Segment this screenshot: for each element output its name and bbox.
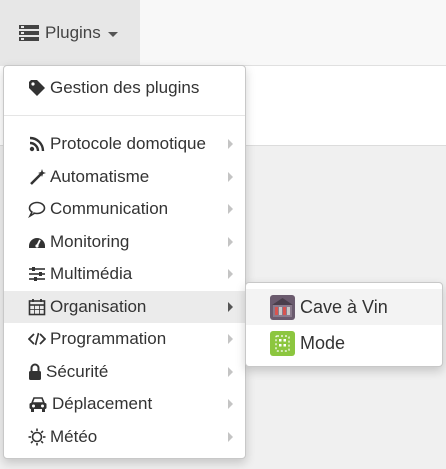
chevron-right-icon: [228, 172, 233, 182]
menu-item-label: Monitoring: [50, 232, 130, 251]
chevron-right-icon: [228, 367, 233, 377]
menu-item-gestion-plugins[interactable]: Gestion des plugins: [4, 72, 245, 104]
speech-bubble-icon: [28, 200, 46, 218]
menu-item-label: Communication: [50, 199, 169, 218]
chevron-right-icon: [228, 432, 233, 442]
submenu-item-mode[interactable]: Mode: [246, 325, 442, 361]
chevron-right-icon: [228, 139, 233, 149]
sliders-icon: [28, 265, 46, 283]
top-navbar: Plugins: [0, 0, 446, 66]
menu-item-communication[interactable]: Communication: [4, 193, 245, 225]
dashboard-gauge-icon: [28, 233, 46, 251]
menu-item-label: Météo: [50, 427, 98, 446]
menu-item-protocole-domotique[interactable]: Protocole domotique: [4, 128, 245, 160]
menu-item-automatisme[interactable]: Automatisme: [4, 161, 245, 193]
submenu-item-label: Mode: [300, 332, 346, 353]
chevron-right-icon: [228, 334, 233, 344]
plugin-list-icon: [19, 25, 39, 41]
menu-item-label: Déplacement: [52, 394, 153, 413]
code-icon: [28, 330, 46, 348]
menu-item-label: Organisation: [50, 297, 147, 316]
menu-item-label: Sécurité: [46, 362, 109, 381]
submenu-item-cave-a-vin[interactable]: Cave à Vin: [246, 289, 442, 325]
menu-item-securite[interactable]: Sécurité: [4, 356, 245, 388]
menu-divider: [4, 115, 245, 116]
tag-icon: [28, 79, 46, 97]
menu-item-label: Multimédia: [50, 264, 133, 283]
lock-icon: [28, 363, 42, 381]
menu-item-meteo[interactable]: Météo: [4, 421, 245, 453]
chevron-right-icon: [228, 237, 233, 247]
menu-item-organisation[interactable]: Organisation: [4, 291, 245, 323]
menu-item-label: Protocole domotique: [50, 134, 206, 153]
chevron-right-icon: [228, 399, 233, 409]
rss-icon: [28, 135, 46, 153]
plugins-menu-toggle[interactable]: Plugins: [0, 0, 140, 66]
organisation-submenu: Cave à Vin Mode: [245, 282, 443, 367]
menu-item-label: Gestion des plugins: [50, 78, 200, 97]
menu-item-programmation[interactable]: Programmation: [4, 323, 245, 355]
menu-item-label: Programmation: [50, 329, 167, 348]
menu-item-multimedia[interactable]: Multimédia: [4, 258, 245, 290]
menu-item-deplacement[interactable]: Déplacement: [4, 388, 245, 420]
wine-cellar-icon: [270, 294, 295, 320]
menu-item-label: Automatisme: [50, 167, 150, 186]
plugins-menu-label: Plugins: [45, 23, 101, 42]
plugins-dropdown-menu: Gestion des plugins Protocole domotique …: [3, 65, 246, 459]
chevron-right-icon: [228, 269, 233, 279]
mode-icon: [270, 330, 295, 356]
magic-wand-icon: [28, 168, 46, 186]
chevron-right-icon: [228, 302, 233, 312]
submenu-item-label: Cave à Vin: [300, 296, 388, 317]
menu-item-monitoring[interactable]: Monitoring: [4, 226, 245, 258]
car-icon: [28, 395, 48, 413]
sun-icon: [28, 428, 46, 446]
chevron-right-icon: [228, 204, 233, 214]
caret-down-icon: [107, 31, 118, 37]
calendar-icon: [28, 298, 46, 316]
